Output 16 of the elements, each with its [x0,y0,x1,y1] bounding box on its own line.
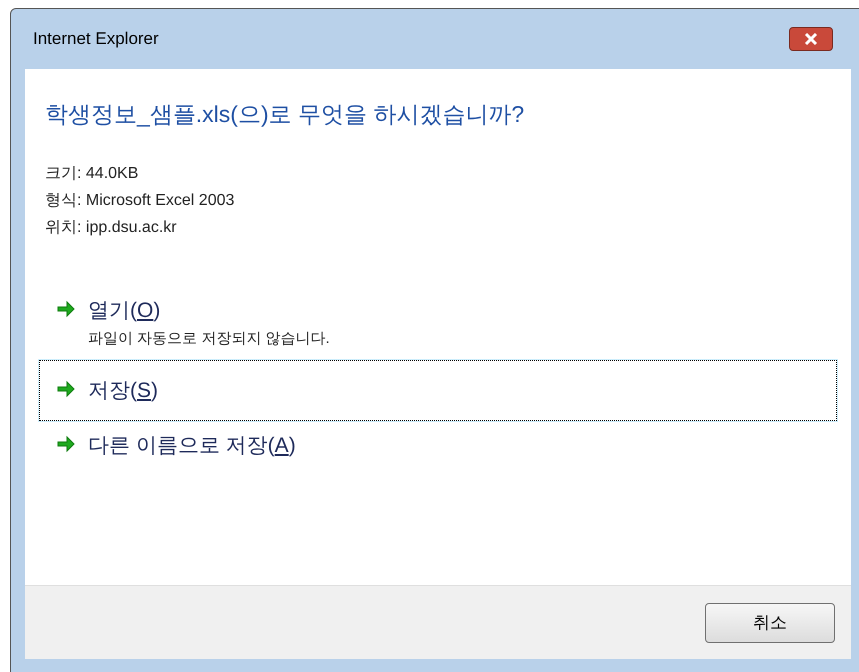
option-label: 다른 이름으로 저장(A) [88,433,296,459]
option-label: 열기(O) [88,298,162,324]
window-title: Internet Explorer [33,28,159,50]
file-info: 위치: ipp.dsu.ac.kr [45,218,178,238]
file-info: 크기: 44.0KB [45,164,140,184]
option-label: 저장(S) [88,378,158,404]
arrow-icon [56,380,76,398]
arrow-icon [56,435,76,453]
close-icon [804,33,818,45]
dialog-heading: 학생정보_샘플.xls(으)로 무엇을 하시겠습니까? [45,100,526,129]
file-info: 형식: Microsoft Excel 2003 [45,190,236,210]
close-button[interactable] [789,27,833,51]
option-item[interactable]: 저장(S) [39,360,837,421]
cancel-button[interactable]: 취소 [705,602,835,642]
arrow-icon [56,300,76,318]
option-description: 파일이 자동으로 저장되지 않습니다. [88,329,330,349]
